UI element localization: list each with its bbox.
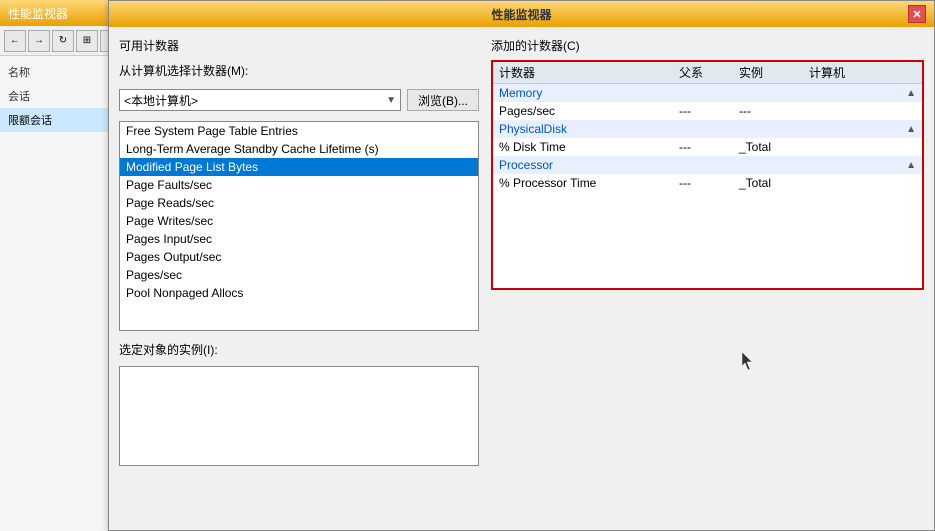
added-counters-container[interactable]: 计数器 父系 实例 计算机 Memory▲ Pages/sec --- --- … — [491, 60, 924, 290]
counter-name: % Disk Time — [499, 140, 679, 154]
added-counters-label: 添加的计数器(C) — [491, 37, 924, 54]
list-item[interactable]: Long-Term Average Standby Cache Lifetime… — [120, 140, 478, 158]
group-header: Memory ▲ — [493, 84, 922, 102]
close-button[interactable]: ✕ — [908, 5, 926, 23]
left-panel: 可用计数器 从计算机选择计数器(M): <本地计算机> ▼ 浏览(B)... F… — [119, 37, 479, 520]
col-header-counter: 计数器 — [499, 64, 679, 81]
list-item[interactable]: Page Faults/sec — [120, 176, 478, 194]
group-header-text: Processor — [499, 158, 553, 172]
right-panel: 添加的计数器(C) 计数器 父系 实例 计算机 Memory ▲ Pages/se… — [491, 37, 924, 520]
chevron-up-icon[interactable]: ▲ — [906, 124, 916, 135]
counter-instance: _Total — [739, 140, 809, 154]
list-item[interactable]: Modified Page List Bytes — [120, 158, 478, 176]
instance-label: 选定对象的实例(I): — [119, 341, 479, 358]
group-header: Processor ▲ — [493, 156, 922, 174]
group-header-text: PhysicalDisk — [499, 122, 567, 136]
list-item[interactable]: Pages/sec — [120, 266, 478, 284]
group-header-text: Memory — [499, 86, 542, 100]
counter-computer — [809, 140, 916, 154]
counter-parent: --- — [679, 104, 739, 118]
counter-list[interactable]: Free System Page Table EntriesLong-Term … — [119, 121, 479, 331]
right-empty-area — [491, 294, 924, 520]
counter-instance: _Total — [739, 176, 809, 190]
counter-parent: --- — [679, 176, 739, 190]
dialog-overlay: 性能监视器 ✕ 可用计数器 从计算机选择计数器(M): <本地计算机> ▼ 浏览… — [0, 0, 935, 531]
dialog-titlebar: 性能监视器 ✕ — [109, 1, 934, 27]
group-header: PhysicalDisk ▲ — [493, 120, 922, 138]
counters-body: Memory▲ Pages/sec --- --- PhysicalDisk▲ … — [493, 84, 922, 192]
table-row[interactable]: % Processor Time --- _Total — [493, 174, 922, 192]
dropdown-arrow-icon: ▼ — [386, 95, 396, 106]
list-item[interactable]: Pool Nonpaged Allocs — [120, 284, 478, 302]
counter-computer — [809, 104, 916, 118]
chevron-up-icon[interactable]: ▲ — [906, 160, 916, 171]
counter-computer — [809, 176, 916, 190]
mouse-cursor — [742, 352, 754, 370]
counter-name: Pages/sec — [499, 104, 679, 118]
computer-select-label: 从计算机选择计数器(M): — [119, 62, 248, 79]
instance-list[interactable] — [119, 366, 479, 466]
col-header-parent: 父系 — [679, 64, 739, 81]
chevron-up-icon[interactable]: ▲ — [906, 88, 916, 99]
counters-header-row: 计数器 父系 实例 计算机 — [493, 62, 922, 84]
list-item[interactable]: Pages Input/sec — [120, 230, 478, 248]
counter-instance: --- — [739, 104, 809, 118]
computer-dropdown-value: <本地计算机> — [124, 92, 198, 109]
table-row[interactable]: Pages/sec --- --- — [493, 102, 922, 120]
list-item[interactable]: Page Writes/sec — [120, 212, 478, 230]
counter-parent: --- — [679, 140, 739, 154]
computer-select-row: 从计算机选择计数器(M): — [119, 62, 479, 79]
counter-name: % Processor Time — [499, 176, 679, 190]
list-item[interactable]: Pages Output/sec — [120, 248, 478, 266]
col-header-computer: 计算机 — [809, 64, 916, 81]
browse-button[interactable]: 浏览(B)... — [407, 89, 479, 111]
col-header-instance: 实例 — [739, 64, 809, 81]
list-item[interactable]: Free System Page Table Entries — [120, 122, 478, 140]
computer-dropdown-row: <本地计算机> ▼ 浏览(B)... — [119, 89, 479, 111]
performance-dialog: 性能监视器 ✕ 可用计数器 从计算机选择计数器(M): <本地计算机> ▼ 浏览… — [108, 0, 935, 531]
list-item[interactable]: Page Reads/sec — [120, 194, 478, 212]
available-counters-label: 可用计数器 — [119, 37, 479, 54]
table-row[interactable]: % Disk Time --- _Total — [493, 138, 922, 156]
dialog-body: 可用计数器 从计算机选择计数器(M): <本地计算机> ▼ 浏览(B)... F… — [109, 27, 934, 530]
computer-dropdown[interactable]: <本地计算机> ▼ — [119, 89, 401, 111]
dialog-title: 性能监视器 — [135, 6, 908, 23]
